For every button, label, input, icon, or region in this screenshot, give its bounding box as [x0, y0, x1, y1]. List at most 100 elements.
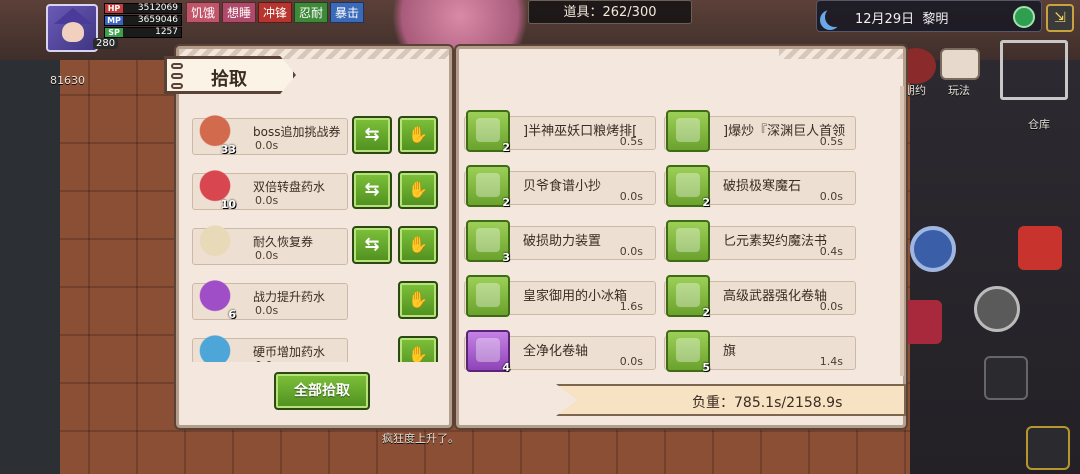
potion-red-icon[interactable]: 10 — [194, 165, 236, 211]
meat-dish-icon[interactable] — [666, 110, 710, 152]
item-count: 3 — [502, 251, 510, 264]
board-icon[interactable] — [940, 48, 980, 80]
scroll-blue-icon[interactable]: 4 — [466, 330, 510, 374]
swap-button[interactable]: ⇆ — [352, 171, 392, 209]
item-name: 战力提升药水 — [253, 290, 326, 304]
item-graphic — [476, 118, 500, 142]
status-chip: 冲锋 — [258, 2, 293, 23]
inventory-count[interactable]: 道具：262/300 — [528, 0, 692, 24]
note-icon[interactable]: 2 — [466, 165, 510, 209]
pickup-hand-button[interactable]: ✋ — [398, 336, 438, 362]
swap-button[interactable]: ⇆ — [352, 226, 392, 264]
fridge-icon[interactable] — [466, 275, 510, 317]
item-graphic — [676, 283, 700, 307]
dialog-title-banner: 拾取 — [164, 56, 296, 94]
item-time: 0.0s — [255, 194, 279, 207]
mp-label: MP — [105, 16, 123, 25]
hex-gem-icon[interactable] — [910, 226, 956, 272]
panel-trim — [779, 49, 903, 59]
scroll-red-icon[interactable]: 33 — [194, 110, 236, 156]
warehouse-label: 仓库 — [1028, 118, 1050, 131]
item-time: 0.4s — [819, 245, 843, 258]
item-time: 0.0s — [619, 245, 643, 258]
date-display: 12月29日 黎明 — [816, 0, 1042, 32]
item-time: 0.0s — [819, 300, 843, 313]
left-number: 81630 — [50, 74, 85, 87]
ring-icon — [171, 73, 183, 79]
pickup-hand-button[interactable]: ✋ — [398, 171, 438, 209]
item-time: 0.0s — [255, 359, 278, 362]
item-graphic — [676, 173, 700, 197]
globe-icon[interactable] — [1013, 6, 1035, 28]
status-chip: 想睡 — [222, 2, 257, 23]
potion-purple-icon[interactable]: 6 — [194, 275, 236, 321]
item-count: 2 — [502, 196, 510, 209]
item-count: 33 — [220, 143, 236, 156]
hp-value: 3512069 — [137, 3, 178, 13]
item-time: 1.6s — [619, 300, 643, 313]
mp-value: 3659046 — [137, 15, 178, 25]
status-chip: 暴击 — [330, 2, 365, 23]
item-count: 6 — [228, 308, 236, 321]
time-of-day: 黎明 — [922, 12, 949, 27]
item-time: 0.0s — [819, 190, 843, 203]
item-graphic — [476, 283, 500, 307]
sp-bar: SP 1257 — [104, 27, 182, 38]
hp-label: HP — [105, 4, 123, 13]
scroll-green-icon[interactable]: 2 — [666, 275, 710, 319]
ring-icon — [171, 83, 183, 89]
scroll-beige-icon[interactable] — [194, 220, 236, 266]
flag-icon[interactable]: 5 — [666, 330, 710, 374]
item-count: 5 — [702, 361, 710, 374]
swap-circle-icon[interactable] — [974, 286, 1020, 332]
pickup-hand-button[interactable]: ✋ — [398, 281, 438, 319]
item-graphic — [676, 338, 700, 362]
chat-message: 疯狂度上升了。 — [382, 432, 459, 445]
item-name: boss追加挑战券 — [253, 125, 341, 139]
meat-dish-icon[interactable]: 2 — [466, 110, 510, 154]
potion-blue-icon[interactable] — [194, 330, 236, 362]
item-graphic — [476, 228, 500, 252]
item-time: 0.5s — [819, 135, 843, 148]
dialog-title: 拾取 — [211, 69, 247, 90]
bag-icon[interactable] — [1018, 226, 1062, 270]
item-count: 2 — [702, 196, 710, 209]
status-chip: 忍耐 — [294, 2, 329, 23]
bow-icon[interactable] — [984, 356, 1028, 400]
exit-icon[interactable]: ⇲ — [1046, 4, 1074, 32]
scrollbar[interactable] — [900, 86, 904, 376]
item-name: 双倍转盘药水 — [253, 180, 326, 194]
item-count: 10 — [220, 198, 236, 211]
item-name: 硬币增加药水 — [253, 345, 326, 359]
sword-icon[interactable] — [1026, 426, 1070, 470]
item-time: 0.0s — [255, 249, 279, 262]
sp-value: 1257 — [155, 27, 178, 37]
item-graphic — [476, 338, 500, 362]
device-icon[interactable]: 3 — [466, 220, 510, 264]
item-graphic — [676, 228, 700, 252]
moon-icon — [825, 7, 845, 27]
player-level: 280 — [93, 38, 119, 49]
hp-bar: HP 3512069 — [104, 3, 182, 14]
weight-ribbon: 负重：785.1s/2158.9s — [556, 384, 906, 416]
warehouse-icon[interactable] — [1000, 40, 1068, 100]
pickup-list[interactable]: boss追加挑战券 0.0s 33 ⇆ ✋ 双倍转盘药水 0.0s 10 ⇆ ✋ 耐久恢复券 0.0s… — [180, 100, 448, 362]
mp-bar: MP 3659046 — [104, 15, 182, 26]
pickup-hand-button[interactable]: ✋ — [398, 116, 438, 154]
item-time: 0.0s — [255, 139, 279, 152]
player-avatar[interactable] — [46, 4, 98, 52]
crystal-icon[interactable]: 2 — [666, 165, 710, 209]
scene-left-strip — [0, 60, 60, 474]
item-count: 4 — [502, 361, 510, 374]
pick-all-button[interactable]: 全部拾取 — [274, 372, 370, 410]
menu-label-2: 玩法 — [948, 84, 970, 97]
item-graphic — [476, 173, 500, 197]
pickup-hand-button[interactable]: ✋ — [398, 226, 438, 264]
weight-text: 负重：785.1s/2158.9s — [692, 395, 843, 411]
magic-book-icon[interactable] — [666, 220, 710, 262]
item-name: 耐久恢复券 — [253, 235, 314, 249]
item-time: 0.0s — [619, 190, 643, 203]
item-count: 2 — [702, 306, 710, 319]
item-time: 0.5s — [619, 135, 643, 148]
swap-button[interactable]: ⇆ — [352, 116, 392, 154]
